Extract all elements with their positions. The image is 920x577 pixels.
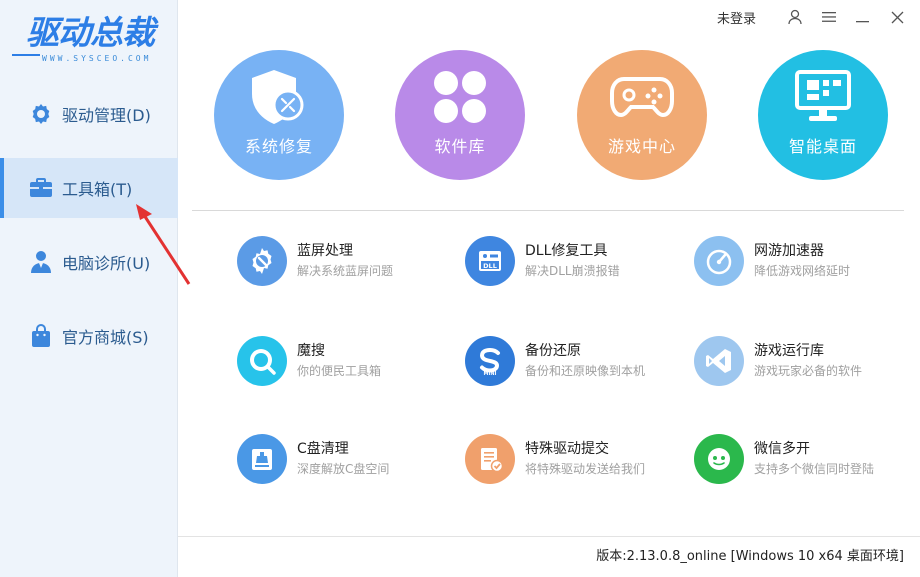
feature-game-center[interactable]: 游戏中心 (577, 50, 707, 180)
feature-label: 游戏中心 (607, 137, 676, 156)
tool-title: 蓝屏处理 (297, 243, 353, 259)
tool-title: 游戏运行库 (754, 343, 824, 359)
menu-icon[interactable] (820, 8, 838, 26)
feature-software-library[interactable]: 软件库 (395, 50, 525, 180)
sidebar-item-official-store[interactable]: 官方商城(S) (0, 306, 178, 366)
gear-icon (27, 100, 55, 128)
tool-description: 解决DLL崩溃报错 (525, 264, 620, 278)
login-status[interactable]: 未登录 (717, 8, 756, 27)
person-icon (27, 248, 55, 276)
tool-description: 深度解放C盘空间 (297, 462, 390, 476)
dll-icon: DLL (465, 236, 515, 286)
tool-dll-repair[interactable]: DLL DLL修复工具 解决DLL崩溃报错 (465, 233, 665, 289)
sidebar-item-label: 官方商城(S) (62, 328, 149, 347)
tool-title: DLL修复工具 (525, 243, 608, 259)
logo-accent-line (12, 54, 40, 56)
tool-game-runtime[interactable]: 游戏运行库 游戏玩家必备的软件 (694, 333, 894, 389)
tool-c-drive-cleanup[interactable]: C盘清理 深度解放C盘空间 (237, 431, 437, 487)
feature-label: 智能桌面 (788, 137, 857, 156)
title-bar-controls: 未登录 (717, 6, 906, 28)
tool-description: 解决系统蓝屏问题 (297, 264, 394, 278)
tool-title: C盘清理 (297, 441, 349, 457)
sidebar: 驱动总裁 WWW.SYSCEO.COM 驱动管理(D) 工具箱(T) 电脑诊所(… (0, 0, 178, 577)
minimize-icon[interactable] (854, 8, 872, 26)
toolbox-icon (27, 174, 55, 202)
tool-mosou[interactable]: 魔搜 你的便民工具箱 (237, 333, 437, 389)
four-petal-icon (428, 67, 492, 127)
tool-title: 魔搜 (297, 343, 325, 359)
logo-text: 驱动总裁 (26, 13, 155, 52)
version-text: 版本:2.13.0.8_online [Windows 10 x64 桌面环境] (596, 549, 904, 564)
feature-smart-desktop[interactable]: 智能桌面 (758, 50, 888, 180)
tool-wechat-multi[interactable]: 微信多开 支持多个微信同时登陆 (694, 431, 894, 487)
disk-brush-icon (237, 434, 287, 484)
footer-divider (178, 536, 920, 537)
svg-text:DLL: DLL (483, 262, 497, 270)
shield-wrench-icon (247, 67, 311, 127)
tool-backup-restore[interactable]: MINI 备份还原 备份和还原映像到本机 (465, 333, 665, 389)
tool-description: 你的便民工具箱 (297, 364, 382, 378)
tool-title: 特殊驱动提交 (525, 441, 609, 457)
document-check-icon (465, 434, 515, 484)
runtime-icon (694, 336, 744, 386)
annotation-arrow (136, 204, 191, 285)
tool-special-driver-submit[interactable]: 特殊驱动提交 将特殊驱动发送给我们 (465, 431, 665, 487)
tool-title: 微信多开 (754, 441, 810, 457)
user-icon[interactable] (786, 8, 804, 26)
gear-wrench-icon (237, 236, 287, 286)
tool-title: 备份还原 (525, 343, 581, 359)
shopping-bag-icon (27, 322, 55, 350)
tool-description: 备份和还原映像到本机 (525, 364, 646, 378)
wechat-icon (694, 434, 744, 484)
magnifier-icon (237, 336, 287, 386)
backup-s-icon: MINI (465, 336, 515, 386)
section-divider (192, 210, 904, 211)
monitor-icon (791, 67, 855, 127)
tool-description: 降低游戏网络延时 (754, 264, 851, 278)
feature-label: 系统修复 (244, 137, 313, 156)
tool-description: 游戏玩家必备的软件 (754, 364, 863, 378)
speedometer-icon (694, 236, 744, 286)
sidebar-item-label: 工具箱(T) (62, 180, 133, 199)
close-icon[interactable] (888, 8, 906, 26)
app-logo: 驱动总裁 WWW.SYSCEO.COM (12, 14, 162, 74)
gamepad-icon (610, 67, 674, 127)
sidebar-item-driver-management[interactable]: 驱动管理(D) (0, 84, 178, 144)
tool-game-accelerator[interactable]: 网游加速器 降低游戏网络延时 (694, 233, 894, 289)
sidebar-item-label: 驱动管理(D) (62, 106, 151, 125)
tool-bluescreen-fix[interactable]: 蓝屏处理 解决系统蓝屏问题 (237, 233, 437, 289)
feature-label: 软件库 (434, 137, 486, 156)
tool-description: 将特殊驱动发送给我们 (525, 462, 646, 476)
feature-system-repair[interactable]: 系统修复 (214, 50, 344, 180)
tool-description: 支持多个微信同时登陆 (754, 462, 875, 476)
tool-title: 网游加速器 (754, 243, 824, 259)
svg-text:MINI: MINI (484, 371, 497, 377)
